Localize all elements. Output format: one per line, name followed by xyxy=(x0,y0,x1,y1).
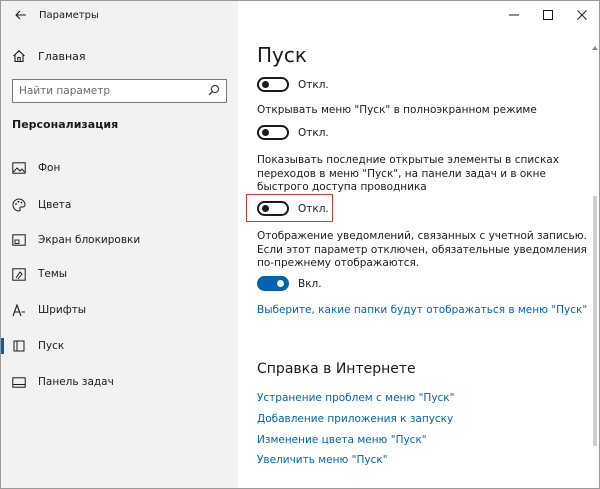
titlebar: Параметры xyxy=(1,1,238,29)
help-heading: Справка в Интернете xyxy=(257,361,416,377)
help-link-troubleshoot[interactable]: Устранение проблем с меню "Пуск" xyxy=(257,392,454,404)
toggle-state-label: Откл. xyxy=(298,202,329,215)
toggle-knob xyxy=(262,205,269,212)
help-link-add-app[interactable]: Добавление приложения к запуску xyxy=(257,413,453,425)
sidebar-item-label: Цвета xyxy=(38,199,72,211)
sidebar-item-start[interactable]: Пуск xyxy=(1,331,238,361)
help-link-enlarge-menu[interactable]: Увеличить меню "Пуск" xyxy=(257,454,388,466)
setting-recent-items-label: Показывать последние открытые элементы в… xyxy=(257,154,559,193)
sidebar-item-colors[interactable]: Цвета xyxy=(1,190,238,220)
sidebar-item-themes[interactable]: Темы xyxy=(1,259,238,289)
back-arrow-icon[interactable] xyxy=(10,4,32,26)
palette-icon xyxy=(12,198,26,212)
lock-screen-icon xyxy=(12,233,26,247)
sidebar-item-fonts[interactable]: Шрифты xyxy=(1,295,238,325)
home-nav-item[interactable]: Главная xyxy=(1,45,238,67)
picture-icon xyxy=(12,161,26,175)
close-button[interactable] xyxy=(565,1,599,29)
toggle-state-label: Вкл. xyxy=(298,277,322,290)
toggle-switch-1[interactable] xyxy=(257,77,289,92)
sidebar: Параметры Главная Персонализация Фон xyxy=(1,1,238,488)
taskbar-icon xyxy=(12,375,26,389)
toggle-state-label: Откл. xyxy=(298,126,329,139)
sidebar-item-label: Шрифты xyxy=(38,304,87,316)
sidebar-item-label: Панель задач xyxy=(38,376,114,388)
scrollbar-thumb[interactable] xyxy=(593,196,597,446)
window-controls xyxy=(497,1,599,29)
themes-icon xyxy=(12,267,26,281)
toggle-switch-fullscreen[interactable] xyxy=(257,125,289,140)
sidebar-item-label: Фон xyxy=(38,162,61,174)
home-icon xyxy=(12,49,26,63)
help-link-change-color[interactable]: Изменение цвета меню "Пуск" xyxy=(257,434,427,446)
toggle-row-recent-items: Откл. xyxy=(257,201,329,216)
toggle-knob xyxy=(277,280,284,287)
fonts-icon xyxy=(12,303,26,317)
setting-fullscreen-label: Открывать меню "Пуск" в полноэкранном ре… xyxy=(257,104,537,116)
toggle-switch-account-notifications[interactable] xyxy=(257,276,289,291)
toggle-row-1: Откл. xyxy=(257,77,329,92)
sidebar-item-label: Экран блокировки xyxy=(38,234,141,246)
choose-folders-link[interactable]: Выберите, какие папки будут отображаться… xyxy=(257,304,587,316)
section-heading: Персонализация xyxy=(12,118,119,131)
search-input[interactable] xyxy=(19,85,199,97)
search-box[interactable] xyxy=(12,79,227,103)
toggle-row-account-notifications: Вкл. xyxy=(257,276,322,291)
sidebar-item-background[interactable]: Фон xyxy=(1,153,238,183)
window-title: Параметры xyxy=(39,9,99,21)
start-icon xyxy=(12,339,26,353)
page-title: Пуск xyxy=(257,43,307,67)
toggle-switch-recent-items[interactable] xyxy=(257,201,289,216)
toggle-row-fullscreen: Откл. xyxy=(257,125,329,140)
minimize-button[interactable] xyxy=(497,1,531,29)
home-label: Главная xyxy=(38,49,86,63)
sidebar-item-label: Пуск xyxy=(38,340,65,352)
setting-account-notifications-label: Отображение уведомлений, связанных с уче… xyxy=(257,230,587,269)
sidebar-item-label: Темы xyxy=(38,268,68,280)
settings-window: Параметры Главная Персонализация Фон xyxy=(0,0,600,489)
toggle-knob xyxy=(262,129,269,136)
toggle-state-label: Откл. xyxy=(298,78,329,91)
search-icon[interactable] xyxy=(208,84,220,99)
maximize-button[interactable] xyxy=(531,1,565,29)
sidebar-item-lock-screen[interactable]: Экран блокировки xyxy=(1,225,238,255)
main-content: Пуск Откл. Открывать меню "Пуск" в полно… xyxy=(238,1,599,488)
toggle-knob xyxy=(262,81,269,88)
scroll-up-arrow-icon[interactable] xyxy=(592,41,598,50)
sidebar-item-taskbar[interactable]: Панель задач xyxy=(1,367,238,397)
